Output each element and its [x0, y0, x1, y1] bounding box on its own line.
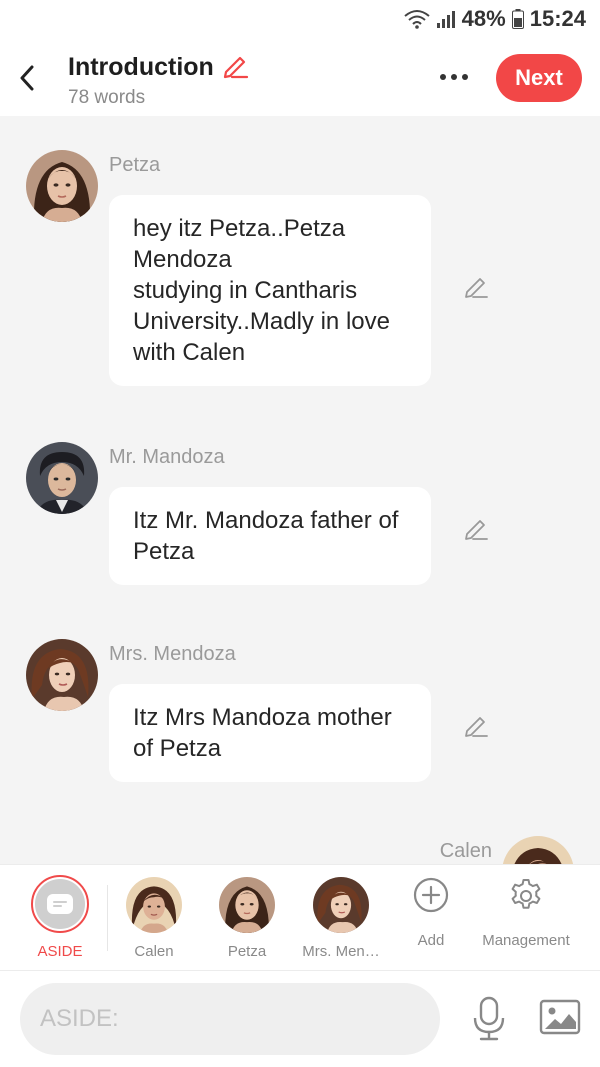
- edit-message-icon[interactable]: [462, 514, 490, 542]
- message-bubble[interactable]: hey itz Petza..Petza Mendoza studying in…: [109, 195, 431, 386]
- petza-avatar: [219, 877, 275, 933]
- voice-input-button[interactable]: [468, 995, 510, 1043]
- title-block: Introduction 78 words: [68, 50, 250, 109]
- clock: 15:24: [529, 6, 586, 31]
- avatar-calen[interactable]: [502, 836, 574, 864]
- dot-icon: [451, 74, 457, 80]
- add-label: Add: [417, 932, 445, 949]
- avatar-petza[interactable]: [26, 150, 98, 222]
- character-aside[interactable]: ASIDE: [28, 865, 92, 972]
- dot-icon: [462, 74, 468, 80]
- sender-name: Mrs. Mendoza: [109, 643, 236, 665]
- sender-name: Mr. Mandoza: [109, 446, 225, 468]
- status-indicators: 48% 15:24: [404, 6, 586, 32]
- next-button[interactable]: Next: [496, 54, 582, 102]
- page-title: Introduction: [68, 53, 214, 81]
- character-calen[interactable]: Calen: [122, 865, 186, 972]
- image-icon: [539, 999, 581, 1035]
- more-options-button[interactable]: [432, 62, 476, 92]
- sender-name: Petza: [109, 154, 161, 176]
- status-bar: 48% 15:24: [0, 0, 600, 40]
- message-input[interactable]: [20, 983, 440, 1055]
- mrs-mendoza-avatar: [313, 877, 369, 933]
- plus-circle-icon: [413, 877, 449, 918]
- edit-title-icon[interactable]: [220, 50, 250, 85]
- dot-icon: [440, 74, 446, 80]
- signal-icon: [436, 9, 456, 29]
- character-bar: ASIDE Calen Petza Mrs. Men… Add Manageme…: [0, 864, 600, 971]
- aside-label: ASIDE: [37, 943, 83, 960]
- sender-name: Calen: [439, 840, 492, 862]
- message-bubble[interactable]: Itz Mrs Mandoza mother of Petza: [109, 684, 431, 782]
- gear-icon: [508, 877, 544, 918]
- character-petza[interactable]: Petza: [215, 865, 279, 972]
- battery-icon: [511, 9, 524, 29]
- management-button[interactable]: Management: [478, 865, 574, 972]
- message-bubble[interactable]: Itz Mr. Mandoza father of Petza: [109, 487, 431, 585]
- wifi-icon: [404, 9, 430, 29]
- edit-message-icon[interactable]: [462, 711, 490, 739]
- battery-percent: 48%: [461, 6, 506, 31]
- microphone-icon: [473, 996, 505, 1041]
- divider: [107, 885, 108, 951]
- management-label: Management: [482, 932, 570, 949]
- petza-label: Petza: [227, 943, 267, 960]
- edit-message-icon[interactable]: [462, 272, 490, 300]
- word-count: 78 words: [68, 87, 146, 108]
- mrs-mendoza-label: Mrs. Men…: [302, 943, 380, 960]
- aside-chat-icon: [47, 894, 73, 914]
- aside-button[interactable]: [31, 875, 89, 933]
- avatar-mr-mandoza[interactable]: [26, 442, 98, 514]
- add-character-button[interactable]: Add: [400, 865, 462, 972]
- calen-label: Calen: [134, 943, 174, 960]
- composer-bar: [0, 971, 600, 1067]
- chat-area[interactable]: Petza hey itz Petza..Petza Mendoza study…: [0, 116, 600, 864]
- character-mrs-mendoza[interactable]: Mrs. Men…: [302, 865, 380, 972]
- chevron-left-icon: [20, 65, 34, 91]
- calen-avatar: [126, 877, 182, 933]
- back-button[interactable]: [12, 58, 42, 98]
- avatar-mrs-mendoza[interactable]: [26, 639, 98, 711]
- top-app-bar: Introduction 78 words Next: [0, 40, 600, 116]
- image-upload-button[interactable]: [538, 997, 582, 1037]
